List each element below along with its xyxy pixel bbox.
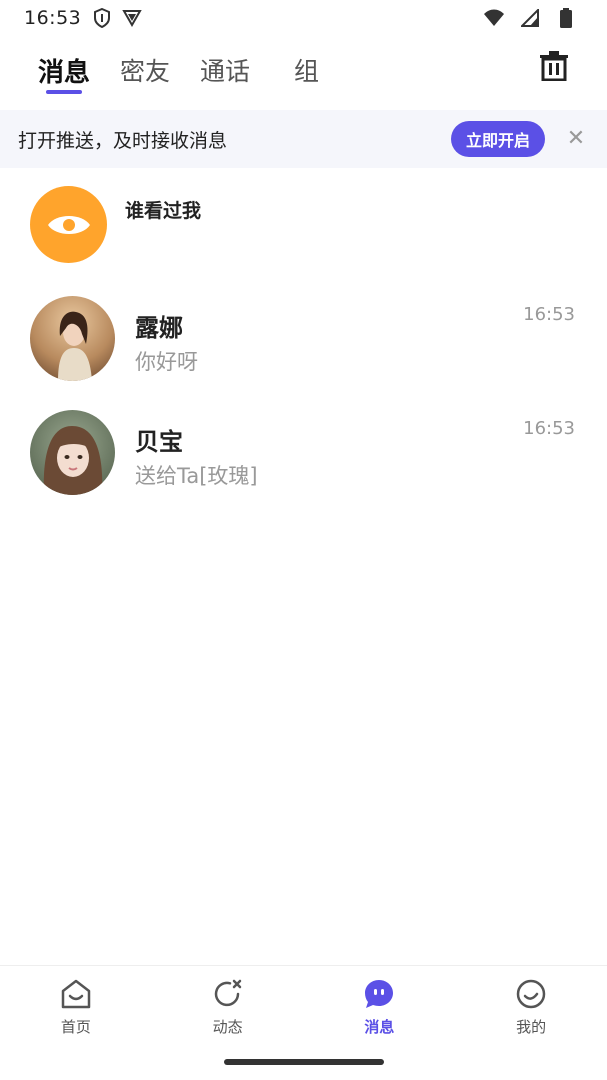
tab-label: 消息 (38, 57, 91, 88)
enable-push-button[interactable]: 立即开启 (451, 121, 545, 157)
nav-home[interactable]: 首页 (0, 966, 152, 1045)
tab-label: 密友 (120, 57, 171, 86)
signal-icon (519, 7, 541, 29)
tab-groups[interactable]: 组 (294, 40, 319, 100)
chat-icon (363, 978, 395, 1010)
nav-label: 首页 (60, 1018, 91, 1036)
trash-icon (540, 51, 568, 81)
chat-row[interactable]: 贝宝 送给Ta[玫瑰] 16:53 (0, 396, 607, 510)
home-icon (60, 978, 92, 1010)
nav-label: 动态 (212, 1018, 243, 1036)
close-icon[interactable]: ✕ (563, 125, 589, 151)
message-time: 16:53 (523, 304, 575, 325)
battery-icon (555, 7, 577, 29)
nav-profile[interactable]: 我的 (455, 966, 607, 1045)
avatar[interactable] (30, 410, 115, 495)
wifi-icon (483, 7, 505, 29)
push-banner-text: 打开推送，及时接收消息 (18, 129, 228, 152)
tab-label: 组 (294, 57, 320, 86)
eye-icon (30, 186, 107, 263)
conversation-list: 谁看过我 露娜 你好呀 16:53 贝宝 送给Ta[玫瑰] 16:53 (0, 168, 607, 510)
vpn-icon (121, 7, 143, 29)
tab-close-friends[interactable]: 密友 (120, 40, 170, 100)
shield-icon (91, 7, 113, 29)
trash-button[interactable] (539, 50, 569, 82)
contact-name: 露娜 (135, 314, 183, 342)
nav-label: 我的 (516, 1018, 547, 1036)
who-viewed-me-title: 谁看过我 (125, 200, 202, 222)
status-time: 16:53 (24, 7, 82, 29)
nav-moments[interactable]: 动态 (152, 966, 304, 1045)
nav-messages[interactable]: 消息 (304, 966, 456, 1045)
last-message: 你好呀 (135, 350, 198, 374)
who-viewed-me-row[interactable]: 谁看过我 (0, 168, 607, 282)
last-message: 送给Ta[玫瑰] (135, 464, 258, 488)
status-right (483, 7, 585, 29)
message-tabs: 消息 密友 通话 组 (0, 40, 607, 100)
tab-calls[interactable]: 通话 (200, 40, 250, 100)
tab-messages[interactable]: 消息 (38, 40, 90, 100)
chat-row[interactable]: 露娜 你好呀 16:53 (0, 282, 607, 396)
home-indicator[interactable] (224, 1059, 384, 1065)
active-tab-indicator (46, 90, 83, 94)
push-notification-banner: 打开推送，及时接收消息 立即开启 ✕ (0, 110, 607, 168)
bottom-navigation: 首页 动态 消息 我的 (0, 965, 607, 1045)
avatar[interactable] (30, 296, 115, 381)
profile-icon (515, 978, 547, 1010)
message-time: 16:53 (523, 418, 575, 439)
nav-label: 消息 (364, 1018, 395, 1036)
status-bar: 16:53 (0, 0, 607, 36)
tab-label: 通话 (200, 57, 251, 86)
refresh-icon (212, 978, 244, 1010)
contact-name: 贝宝 (135, 428, 183, 456)
